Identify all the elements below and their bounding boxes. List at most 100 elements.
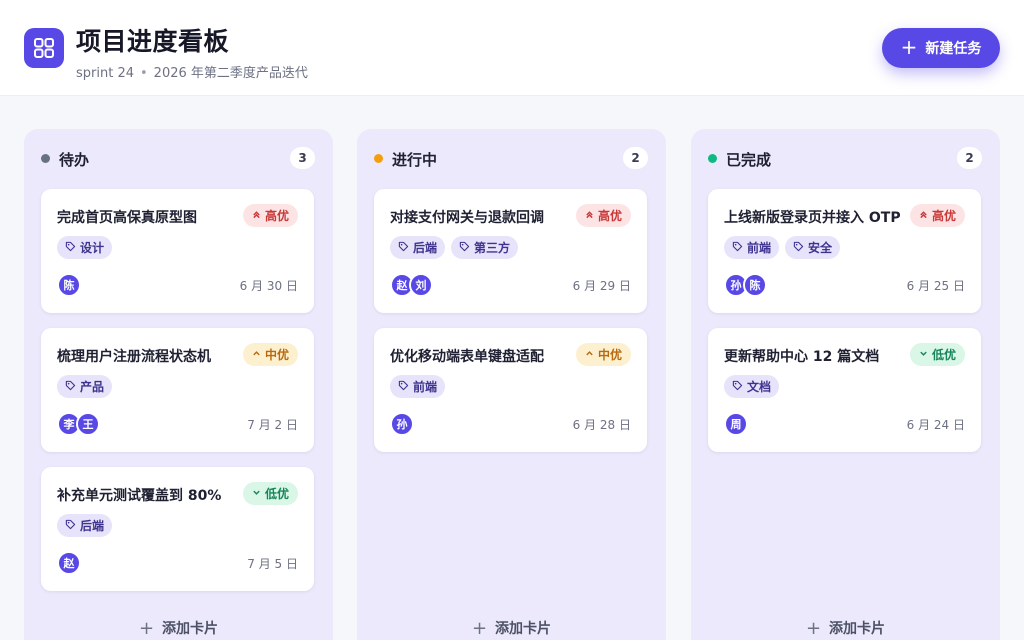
tag-list: 后端 (57, 514, 113, 537)
avatar[interactable]: 孙 (390, 412, 414, 436)
task-card[interactable]: 优化移动端表单键盘适配 中优 前端 孙 6 月 28 日 (374, 328, 647, 452)
tag-chip[interactable]: 前端 (390, 375, 446, 398)
priority-badge: 低优 (909, 343, 965, 366)
priority-label: 中优 (264, 348, 289, 362)
due-date: 6 月 24 日 (906, 418, 965, 432)
sprint-label: sprint 24 (76, 66, 134, 81)
tag-label: 前端 (413, 380, 438, 394)
card-title: 梳理用户注册流程状态机 (57, 349, 211, 365)
chevrons-up-icon (252, 210, 261, 222)
task-card[interactable]: 补充单元测试覆盖到 80% 低优 后端 赵 7 月 5 日 (41, 467, 314, 591)
assignee-list: 李王 (57, 412, 100, 436)
priority-label: 低优 (931, 348, 956, 362)
grid-icon (24, 28, 64, 68)
tag-icon (398, 380, 409, 394)
tag-list: 文档 (724, 375, 780, 398)
priority-label: 高优 (264, 209, 289, 223)
tag-list: 产品 (57, 375, 113, 398)
task-card[interactable]: 上线新版登录页并接入 OTP 高优 前端 安全 孙陈 6 月 25 日 (708, 189, 981, 313)
tag-chip[interactable]: 文档 (724, 375, 780, 398)
priority-badge: 中优 (575, 343, 631, 366)
column-in-progress: 进行中 2 对接支付网关与退款回调 高优 后端 第三方 赵刘 6 月 29 日 … (357, 129, 666, 640)
tag-icon (732, 241, 743, 255)
tag-label: 后端 (413, 241, 438, 255)
chevron-up-icon (585, 349, 594, 361)
priority-badge: 低优 (242, 482, 298, 505)
avatar[interactable]: 赵 (57, 551, 81, 575)
priority-label: 低优 (264, 487, 289, 501)
tag-label: 前端 (747, 241, 772, 255)
column-count-badge: 3 (290, 147, 315, 169)
page-header: 项目进度看板 sprint 24 • 2026 年第二季度产品迭代 + 新建任务 (0, 0, 1024, 96)
chevron-up-icon (252, 349, 261, 361)
new-task-button[interactable]: + 新建任务 (882, 28, 1000, 68)
tag-chip[interactable]: 后端 (57, 514, 113, 537)
task-card[interactable]: 更新帮助中心 12 篇文档 低优 文档 周 6 月 24 日 (708, 328, 981, 452)
add-card-label: 添加卡片 (495, 621, 552, 637)
tag-chip[interactable]: 设计 (57, 236, 113, 259)
subtitle-separator: • (140, 66, 148, 81)
tag-label: 文档 (747, 380, 772, 394)
column-done: 已完成 2 上线新版登录页并接入 OTP 高优 前端 安全 孙陈 6 月 25 … (691, 129, 1000, 640)
card-title: 上线新版登录页并接入 OTP (724, 210, 901, 226)
column-count-badge: 2 (957, 147, 982, 169)
tag-chip[interactable]: 后端 (390, 236, 446, 259)
plus-icon: + (471, 617, 488, 639)
assignee-list: 赵 (57, 551, 81, 575)
tag-chip[interactable]: 安全 (785, 236, 841, 259)
tag-icon (732, 380, 743, 394)
plus-icon: + (900, 35, 918, 59)
task-card[interactable]: 对接支付网关与退款回调 高优 后端 第三方 赵刘 6 月 29 日 (374, 189, 647, 313)
tag-chip[interactable]: 第三方 (451, 236, 519, 259)
tag-list: 前端 (390, 375, 446, 398)
due-date: 6 月 29 日 (572, 279, 631, 293)
column-header: 进行中 2 (357, 129, 666, 189)
chevron-down-icon (919, 349, 928, 361)
plus-icon: + (138, 617, 155, 639)
tag-chip[interactable]: 前端 (724, 236, 780, 259)
tag-label: 产品 (80, 380, 105, 394)
assignee-list: 孙 (390, 412, 414, 436)
avatar[interactable]: 周 (724, 412, 748, 436)
tag-chip[interactable]: 产品 (57, 375, 113, 398)
due-date: 7 月 2 日 (247, 418, 298, 432)
due-date: 6 月 30 日 (239, 279, 298, 293)
priority-label: 高优 (597, 209, 622, 223)
tag-label: 第三方 (474, 241, 511, 255)
task-card[interactable]: 完成首页高保真原型图 高优 设计 陈 6 月 30 日 (41, 189, 314, 313)
status-dot (41, 154, 50, 163)
priority-badge: 高优 (575, 204, 631, 227)
assignee-list: 孙陈 (724, 273, 767, 297)
due-date: 7 月 5 日 (247, 557, 298, 571)
tag-icon (398, 241, 409, 255)
tag-icon (65, 241, 76, 255)
chevrons-up-icon (919, 210, 928, 222)
chevron-down-icon (252, 488, 261, 500)
tag-label: 后端 (80, 519, 105, 533)
task-card[interactable]: 梳理用户注册流程状态机 中优 产品 李王 7 月 2 日 (41, 328, 314, 452)
add-card-button[interactable]: + 添加卡片 (691, 613, 1000, 640)
tag-icon (65, 380, 76, 394)
avatar[interactable]: 陈 (57, 273, 81, 297)
card-title: 完成首页高保真原型图 (57, 210, 197, 226)
new-task-label: 新建任务 (925, 41, 982, 57)
iteration-label: 2026 年第二季度产品迭代 (153, 66, 308, 81)
add-card-button[interactable]: + 添加卡片 (24, 613, 333, 640)
due-date: 6 月 28 日 (572, 418, 631, 432)
tag-icon (793, 241, 804, 255)
priority-label: 中优 (597, 348, 622, 362)
status-dot (374, 154, 383, 163)
column-title: 已完成 (726, 151, 772, 169)
priority-badge: 高优 (909, 204, 965, 227)
add-card-button[interactable]: + 添加卡片 (357, 613, 666, 640)
tag-list: 设计 (57, 236, 113, 259)
avatar[interactable]: 刘 (409, 273, 433, 297)
due-date: 6 月 25 日 (906, 279, 965, 293)
page-title: 项目进度看板 (76, 27, 230, 56)
avatar[interactable]: 陈 (743, 273, 767, 297)
tag-icon (65, 519, 76, 533)
add-card-label: 添加卡片 (162, 621, 219, 637)
column-title: 待办 (59, 151, 90, 169)
avatar[interactable]: 王 (76, 412, 100, 436)
tag-list: 前端 安全 (724, 236, 841, 259)
